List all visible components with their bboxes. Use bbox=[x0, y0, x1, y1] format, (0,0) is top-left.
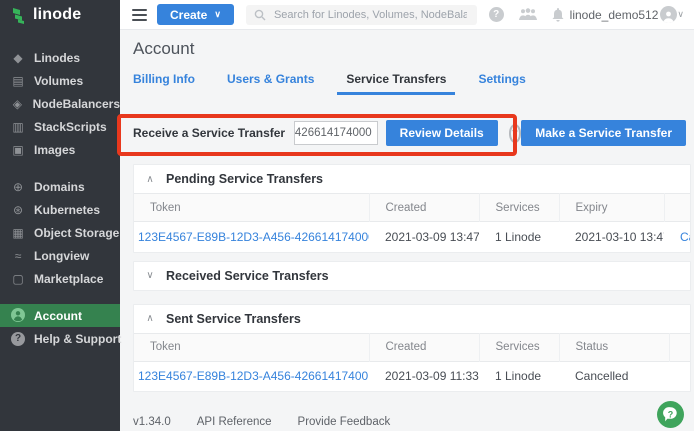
make-service-transfer-button[interactable]: Make a Service Transfer bbox=[521, 120, 686, 146]
created-cell: 2021-03-09 11:33 bbox=[369, 361, 479, 391]
footer: v1.34.0 API Reference Provide Feedback bbox=[133, 416, 694, 428]
sent-section-title: Sent Service Transfers bbox=[166, 312, 301, 326]
logo-wordmark: linode bbox=[33, 6, 81, 24]
username-label[interactable]: linode_demo512 bbox=[570, 8, 659, 22]
object-storage-icon: ▦ bbox=[11, 227, 25, 239]
table-row: 123E4567-E89B-12D3-A456-426614174000 202… bbox=[134, 222, 690, 252]
search-icon bbox=[254, 9, 266, 21]
sidebar-item-stackscripts[interactable]: ▥ StackScripts bbox=[0, 115, 120, 138]
version-label: v1.34.0 bbox=[133, 416, 171, 428]
column-header-services: Services bbox=[479, 333, 559, 361]
column-header-created: Created bbox=[369, 333, 479, 361]
search-input[interactable] bbox=[272, 8, 469, 22]
transfer-help-icon[interactable]: ? bbox=[509, 124, 522, 143]
received-transfers-card: ∨ Received Service Transfers bbox=[133, 261, 691, 291]
help-support-icon: ? bbox=[11, 332, 25, 346]
tab-settings[interactable]: Settings bbox=[469, 72, 534, 95]
column-header-token: Token bbox=[134, 333, 369, 361]
table-row: 123E4567-E89B-12D3-A456-426614174001 202… bbox=[134, 361, 690, 391]
logo-block: linode bbox=[0, 0, 120, 30]
token-link[interactable]: 123E4567-E89B-12D3-A456-426614174000 bbox=[134, 222, 369, 252]
sidebar-item-volumes[interactable]: ▤ Volumes bbox=[0, 69, 120, 92]
tab-service-transfers[interactable]: Service Transfers bbox=[337, 72, 455, 95]
hamburger-menu-icon[interactable] bbox=[132, 9, 147, 21]
linode-logo-icon bbox=[12, 7, 27, 24]
support-chat-button[interactable]: ? bbox=[656, 400, 685, 429]
receive-transfer-row: Receive a Service Transfer 123E4567-E89B… bbox=[133, 119, 694, 147]
notifications-bell-icon[interactable] bbox=[552, 8, 564, 22]
column-header-services: Services bbox=[479, 194, 559, 222]
received-section-header[interactable]: ∨ Received Service Transfers bbox=[134, 262, 690, 290]
topbar: Create ∨ ? linode_demo512 ∨ bbox=[120, 0, 694, 30]
sent-transfers-card: ∧ Sent Service Transfers Token Created S… bbox=[133, 304, 691, 393]
collapse-chevron-icon[interactable]: ∧ bbox=[142, 174, 158, 185]
table-header-row: Token Created Services Status bbox=[134, 333, 690, 361]
kubernetes-icon: ⊛ bbox=[11, 204, 25, 216]
account-person-icon bbox=[11, 308, 25, 324]
sidebar-item-marketplace[interactable]: ▢ Marketplace bbox=[0, 267, 120, 290]
sidebar-item-kubernetes[interactable]: ⊛ Kubernetes bbox=[0, 198, 120, 221]
tab-bar: Billing Info Users & Grants Service Tran… bbox=[133, 72, 694, 95]
pending-section-title: Pending Service Transfers bbox=[166, 172, 323, 186]
avatar[interactable] bbox=[660, 6, 677, 23]
services-cell: 1 Linode bbox=[479, 361, 559, 391]
volumes-icon: ▤ bbox=[11, 75, 25, 87]
tab-billing-info[interactable]: Billing Info bbox=[133, 72, 204, 95]
api-reference-link[interactable]: API Reference bbox=[197, 416, 272, 428]
page-title: Account bbox=[133, 39, 694, 59]
sidebar-item-images[interactable]: ▣ Images bbox=[0, 138, 120, 161]
column-header-created: Created bbox=[369, 194, 479, 222]
stackscripts-icon: ▥ bbox=[11, 121, 25, 133]
sidebar-item-account[interactable]: Account bbox=[0, 304, 120, 327]
pending-transfers-card: ∧ Pending Service Transfers Token Create… bbox=[133, 164, 691, 253]
marketplace-icon: ▢ bbox=[11, 273, 25, 285]
domains-icon: ⊕ bbox=[11, 181, 25, 193]
expiry-cell: 2021-03-10 13:47 bbox=[559, 222, 664, 252]
main-content: Account Billing Info Users & Grants Serv… bbox=[120, 30, 694, 431]
provide-feedback-link[interactable]: Provide Feedback bbox=[298, 416, 391, 428]
services-cell: 1 Linode bbox=[479, 222, 559, 252]
cancel-link[interactable]: Cancel bbox=[664, 222, 690, 252]
sidebar-item-help-support[interactable]: ? Help & Support bbox=[0, 327, 120, 350]
received-section-title: Received Service Transfers bbox=[166, 269, 329, 283]
create-button-label: Create bbox=[170, 8, 207, 22]
receive-transfer-label: Receive a Service Transfer bbox=[133, 126, 285, 140]
review-details-button[interactable]: Review Details bbox=[386, 120, 498, 146]
sidebar: ◆ Linodes ▤ Volumes ◈ NodeBalancers ▥ St… bbox=[0, 30, 120, 431]
transfer-token-input[interactable]: 123E4567-E89B-12D3-A456-426614174000 bbox=[294, 121, 378, 145]
table-header-row: Token Created Services Expiry bbox=[134, 194, 690, 222]
sent-section-header[interactable]: ∧ Sent Service Transfers bbox=[134, 305, 690, 333]
create-button[interactable]: Create ∨ bbox=[157, 4, 234, 25]
sidebar-item-domains[interactable]: ⊕ Domains bbox=[0, 175, 120, 198]
pending-section-header[interactable]: ∧ Pending Service Transfers bbox=[134, 165, 690, 193]
user-menu-chevron-icon[interactable]: ∨ bbox=[677, 9, 684, 20]
svg-text:?: ? bbox=[668, 410, 674, 420]
column-header-status: Status bbox=[559, 333, 669, 361]
token-link[interactable]: 123E4567-E89B-12D3-A456-426614174001 bbox=[134, 361, 369, 391]
sidebar-item-nodebalancers[interactable]: ◈ NodeBalancers bbox=[0, 92, 120, 115]
sidebar-item-linodes[interactable]: ◆ Linodes bbox=[0, 46, 120, 69]
pending-transfers-table: Token Created Services Expiry 123E4567-E… bbox=[134, 193, 690, 252]
collapse-chevron-icon[interactable]: ∨ bbox=[142, 270, 158, 281]
community-icon[interactable] bbox=[519, 8, 537, 21]
help-icon[interactable]: ? bbox=[489, 7, 504, 22]
sidebar-item-object-storage[interactable]: ▦ Object Storage bbox=[0, 221, 120, 244]
collapse-chevron-icon[interactable]: ∧ bbox=[142, 313, 158, 324]
sent-transfers-table: Token Created Services Status 123E4567-E… bbox=[134, 333, 690, 392]
tab-users-grants[interactable]: Users & Grants bbox=[218, 72, 323, 95]
images-icon: ▣ bbox=[11, 144, 25, 156]
chevron-down-icon: ∨ bbox=[214, 10, 221, 19]
search-bar[interactable] bbox=[246, 5, 477, 25]
linodes-icon: ◆ bbox=[11, 52, 25, 64]
longview-icon: ≈ bbox=[11, 250, 25, 262]
created-cell: 2021-03-09 13:47 bbox=[369, 222, 479, 252]
status-cell: Cancelled bbox=[559, 361, 669, 391]
column-header-token: Token bbox=[134, 194, 369, 222]
nodebalancers-icon: ◈ bbox=[11, 98, 24, 110]
sidebar-item-longview[interactable]: ≈ Longview bbox=[0, 244, 120, 267]
column-header-expiry: Expiry bbox=[559, 194, 664, 222]
